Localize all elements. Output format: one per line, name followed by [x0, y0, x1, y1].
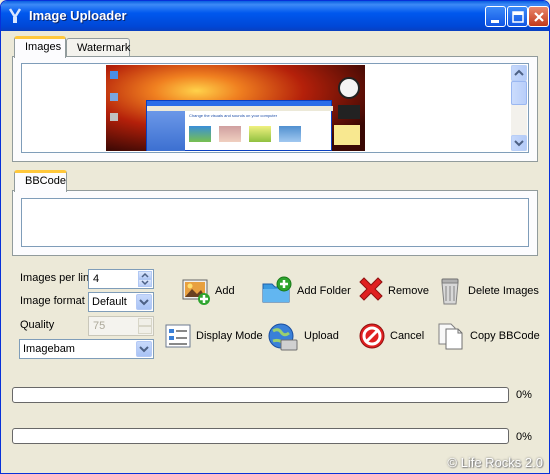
preview-heading: Change the visuals and sounds on your co…	[189, 113, 278, 118]
copy-bbcode-label: Copy BBCode	[470, 330, 540, 342]
chevron-up-icon	[514, 69, 524, 76]
quality-spinner: 75	[88, 316, 154, 336]
image-format-select[interactable]: Default	[88, 292, 154, 312]
images-per-line-label: Images per line	[20, 272, 96, 284]
chevron-up-icon	[141, 272, 149, 278]
close-button[interactable]	[528, 6, 549, 27]
image-format-label: Image format	[20, 295, 85, 307]
dropdown-button[interactable]	[136, 341, 152, 357]
cancel-icon	[359, 323, 385, 349]
progress-bar-2	[12, 428, 509, 444]
add-folder-label: Add Folder	[297, 285, 351, 297]
upload-globe-icon	[268, 323, 298, 351]
image-host-value: Imagebam	[23, 343, 75, 355]
image-format-value: Default	[92, 296, 127, 308]
remove-x-icon	[359, 277, 383, 301]
tab-images[interactable]: Images	[14, 36, 66, 58]
title-bar[interactable]: Image Uploader	[1, 1, 549, 31]
chevron-down-icon	[139, 346, 149, 353]
window-title: Image Uploader	[29, 8, 127, 23]
progress-value-1: 0%	[516, 389, 532, 401]
display-mode-label: Display Mode	[196, 330, 263, 342]
scroll-down-button[interactable]	[511, 135, 527, 151]
quality-value: 75	[93, 320, 106, 332]
delete-images-label: Delete Images	[468, 285, 539, 297]
scroll-thumb[interactable]	[511, 81, 527, 105]
progress-bar-1	[12, 387, 509, 403]
add-image-icon	[182, 279, 210, 305]
add-folder-button[interactable]: Add Folder	[261, 275, 351, 307]
quality-label: Quality	[20, 319, 55, 331]
cancel-label: Cancel	[390, 330, 425, 342]
images-list[interactable]: Change the visuals and sounds on your co…	[21, 63, 529, 153]
images-scrollbar[interactable]	[511, 65, 527, 151]
spin-down-button[interactable]	[138, 279, 152, 287]
chevron-down-icon	[141, 280, 149, 286]
close-icon	[534, 12, 544, 22]
minimize-icon	[491, 20, 499, 23]
dropdown-button[interactable]	[136, 294, 152, 310]
maximize-button[interactable]	[507, 6, 528, 27]
remove-button[interactable]: Remove	[355, 275, 429, 307]
spin-up-button[interactable]	[138, 271, 152, 279]
images-per-line-spinner[interactable]: 4	[88, 269, 154, 289]
progress-value-2: 0%	[516, 431, 532, 443]
add-button[interactable]: Add	[181, 275, 241, 307]
images-panel: Change the visuals and sounds on your co…	[12, 56, 538, 162]
tab-bbcode[interactable]: BBCode	[14, 170, 67, 192]
image-host-select[interactable]: Imagebam	[19, 339, 154, 359]
tab-watermark[interactable]: Watermark	[66, 38, 130, 58]
delete-images-button[interactable]: Delete Images	[435, 275, 539, 307]
folder-add-icon	[262, 276, 292, 303]
recycle-bin-icon	[441, 278, 459, 305]
upload-button[interactable]: Upload	[267, 320, 339, 352]
app-window: Image Uploader Images Watermark Change t…	[0, 0, 550, 474]
chevron-down-icon	[139, 299, 149, 306]
bbcode-panel	[12, 190, 538, 256]
minimize-button[interactable]	[485, 6, 506, 27]
spin-down-button	[138, 326, 152, 334]
images-per-line-value: 4	[93, 273, 100, 285]
spin-up-button	[138, 318, 152, 326]
display-mode-icon	[165, 324, 191, 348]
display-mode-button[interactable]: Display Mode	[163, 320, 263, 352]
cancel-button[interactable]: Cancel	[357, 320, 425, 352]
copy-document-icon	[438, 323, 463, 350]
scroll-up-button[interactable]	[511, 65, 527, 81]
remove-label: Remove	[388, 285, 429, 297]
image-thumbnail[interactable]: Change the visuals and sounds on your co…	[106, 65, 365, 151]
maximize-icon	[512, 11, 524, 23]
watermark: © Life Rocks 2.0	[447, 455, 543, 470]
chevron-down-icon	[514, 140, 524, 147]
app-icon	[8, 8, 22, 23]
add-label: Add	[215, 285, 235, 297]
upload-label: Upload	[304, 330, 339, 342]
copy-bbcode-button[interactable]: Copy BBCode	[435, 320, 540, 352]
bbcode-textarea[interactable]	[21, 198, 529, 247]
